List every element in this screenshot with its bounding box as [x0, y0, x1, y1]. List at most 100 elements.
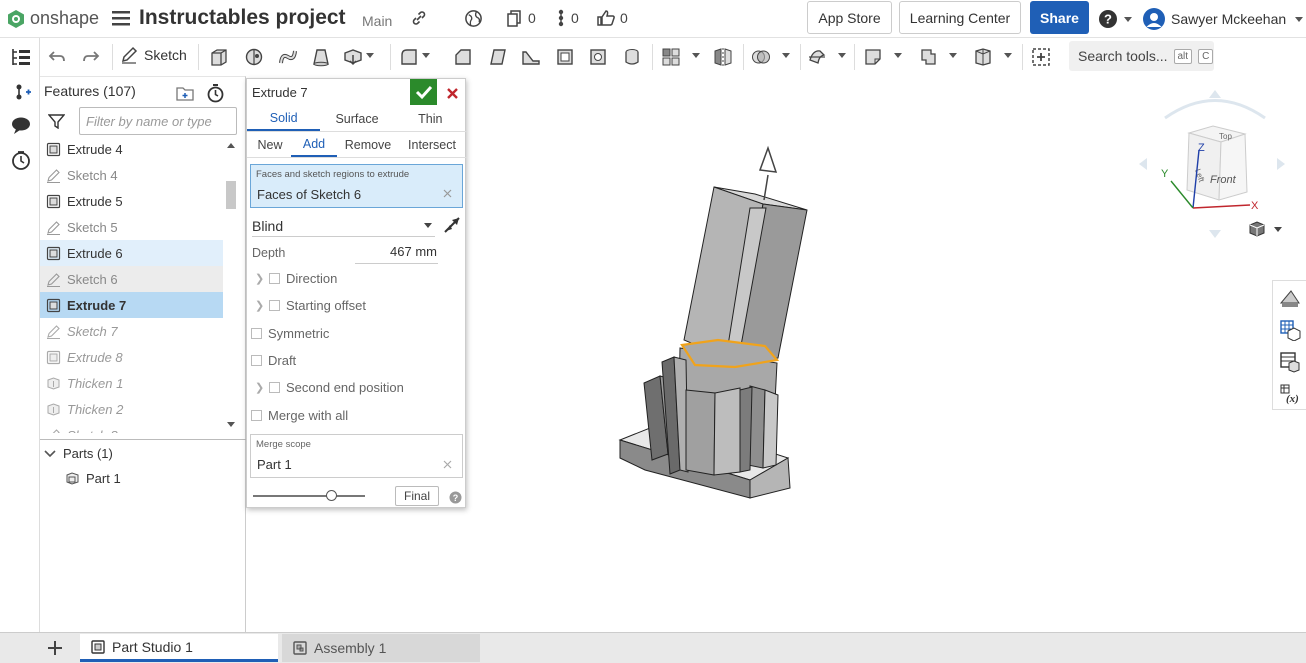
merge-all-row[interactable]: Merge with all: [251, 408, 348, 423]
tab-assembly[interactable]: Assembly 1: [282, 634, 480, 662]
clear-scope-icon[interactable]: [443, 460, 452, 469]
depth-input[interactable]: 467 mm: [355, 244, 438, 264]
feature-item[interactable]: Thicken 2: [40, 396, 223, 422]
feature-item[interactable]: Extrude 4: [40, 137, 223, 162]
draft-tool-icon[interactable]: [487, 46, 509, 68]
second-end-checkbox[interactable]: [269, 382, 280, 393]
plane-tool-icon[interactable]: [862, 46, 884, 68]
feature-list-icon[interactable]: [10, 46, 32, 68]
flip-direction-icon[interactable]: [442, 215, 462, 235]
app-store-button[interactable]: App Store: [807, 1, 892, 34]
timer-icon[interactable]: [206, 83, 225, 103]
merge-all-checkbox[interactable]: [251, 410, 262, 421]
extrude-tool-icon[interactable]: [208, 46, 230, 68]
part-item[interactable]: Part 1: [65, 471, 121, 486]
instances-icon[interactable]: [10, 81, 32, 103]
fillet-tool-icon[interactable]: [398, 46, 420, 68]
comments-icon[interactable]: [10, 114, 32, 136]
loft-tool-icon[interactable]: [310, 46, 332, 68]
feature-item[interactable]: Sketch 5: [40, 214, 223, 240]
shell-tool-icon[interactable]: [554, 46, 576, 68]
accept-button[interactable]: [410, 79, 437, 105]
share-button[interactable]: Share: [1030, 1, 1089, 34]
filter-icon[interactable]: [48, 113, 65, 129]
mass-properties-icon[interactable]: [1279, 319, 1301, 341]
clear-selection-icon[interactable]: [443, 189, 452, 198]
hole-tool-icon[interactable]: [587, 46, 609, 68]
starting-offset-row[interactable]: ❯ Starting offset: [255, 298, 366, 313]
view-options-menu[interactable]: [1248, 220, 1282, 238]
selection-field[interactable]: Faces and sketch regions to extrude Face…: [250, 164, 463, 208]
variables-icon[interactable]: (x): [1279, 383, 1301, 405]
3d-model-viewport[interactable]: [600, 140, 820, 510]
rollback-slider[interactable]: [253, 489, 365, 503]
globe-icon[interactable]: [464, 9, 483, 28]
history-icon[interactable]: [10, 149, 32, 171]
likes-indicator[interactable]: 0: [596, 9, 628, 27]
tab-add[interactable]: Add: [291, 132, 337, 157]
rib-tool-icon[interactable]: [520, 46, 542, 68]
undo-icon[interactable]: [46, 46, 68, 68]
second-end-row[interactable]: ❯ Second end position: [255, 380, 404, 395]
onshape-logo[interactable]: onshape: [6, 8, 99, 29]
split-tool-icon[interactable]: [806, 46, 828, 68]
draft-checkbox[interactable]: [251, 355, 262, 366]
draft-row[interactable]: Draft: [251, 353, 296, 368]
parts-header[interactable]: Parts (1): [44, 446, 113, 461]
chamfer-tool-icon[interactable]: [452, 46, 474, 68]
end-type-select[interactable]: Blind: [252, 215, 435, 237]
mirror-tool-icon[interactable]: [712, 46, 734, 68]
starting-offset-checkbox[interactable]: [269, 300, 280, 311]
feature-item[interactable]: Extrude 5: [40, 188, 223, 214]
boolean-tool-icon[interactable]: [750, 46, 772, 68]
thicken-tool-icon[interactable]: [342, 46, 364, 68]
help-menu[interactable]: ?: [1098, 9, 1132, 29]
tab-new[interactable]: New: [249, 132, 291, 157]
add-folder-icon[interactable]: [175, 84, 195, 102]
tab-remove[interactable]: Remove: [337, 132, 399, 157]
tab-solid[interactable]: Solid: [247, 106, 321, 131]
direction-row[interactable]: ❯ Direction: [255, 271, 337, 286]
feature-item[interactable]: Extrude 8: [40, 344, 223, 370]
versions-indicator[interactable]: 0: [506, 9, 536, 27]
help-icon[interactable]: ?: [449, 491, 462, 504]
feature-list-scrollbar[interactable]: [224, 137, 238, 433]
filter-input[interactable]: [79, 107, 237, 135]
redo-icon[interactable]: [80, 46, 102, 68]
tab-thin[interactable]: Thin: [394, 106, 467, 131]
merge-scope-field[interactable]: Merge scope Part 1: [250, 434, 463, 478]
sheet-metal-tool-icon[interactable]: [917, 46, 939, 68]
section-view-icon[interactable]: [1279, 351, 1301, 373]
tab-part-studio[interactable]: Part Studio 1: [80, 634, 278, 662]
sketch-button[interactable]: Sketch: [120, 46, 187, 64]
feature-item[interactable]: Sketch 6: [40, 266, 223, 292]
feature-item[interactable]: Extrude 7: [40, 292, 223, 318]
feature-item[interactable]: Thicken 1: [40, 370, 223, 396]
sweep-tool-icon[interactable]: [277, 46, 299, 68]
add-tab-icon[interactable]: [46, 639, 64, 657]
feature-item[interactable]: Sketch 8: [40, 422, 223, 433]
symmetric-checkbox[interactable]: [251, 328, 262, 339]
cylinder-tool-icon[interactable]: [621, 46, 643, 68]
feature-item[interactable]: Sketch 4: [40, 162, 223, 188]
appearance-icon[interactable]: [1279, 287, 1301, 309]
slider-thumb[interactable]: [326, 490, 338, 501]
symmetric-row[interactable]: Symmetric: [251, 326, 329, 341]
revolve-tool-icon[interactable]: [243, 46, 265, 68]
user-menu[interactable]: Sawyer Mckeehan: [1142, 7, 1304, 31]
branches-indicator[interactable]: 0: [555, 9, 579, 27]
dialog-title[interactable]: Extrude 7: [252, 85, 308, 100]
frame-tool-icon[interactable]: [972, 46, 994, 68]
workspace-name[interactable]: Main: [362, 13, 392, 29]
cancel-button[interactable]: [440, 82, 464, 104]
menu-icon[interactable]: [112, 10, 130, 26]
search-tools-button[interactable]: Search tools... alt C: [1069, 41, 1214, 71]
feature-item[interactable]: Sketch 7: [40, 318, 223, 344]
tab-intersect[interactable]: Intersect: [399, 132, 465, 157]
final-button[interactable]: Final: [395, 486, 439, 506]
learning-center-button[interactable]: Learning Center: [899, 1, 1021, 34]
link-icon[interactable]: [410, 9, 428, 27]
pattern-tool-icon[interactable]: [660, 46, 682, 68]
document-title[interactable]: Instructables project: [139, 6, 346, 30]
direction-checkbox[interactable]: [269, 273, 280, 284]
